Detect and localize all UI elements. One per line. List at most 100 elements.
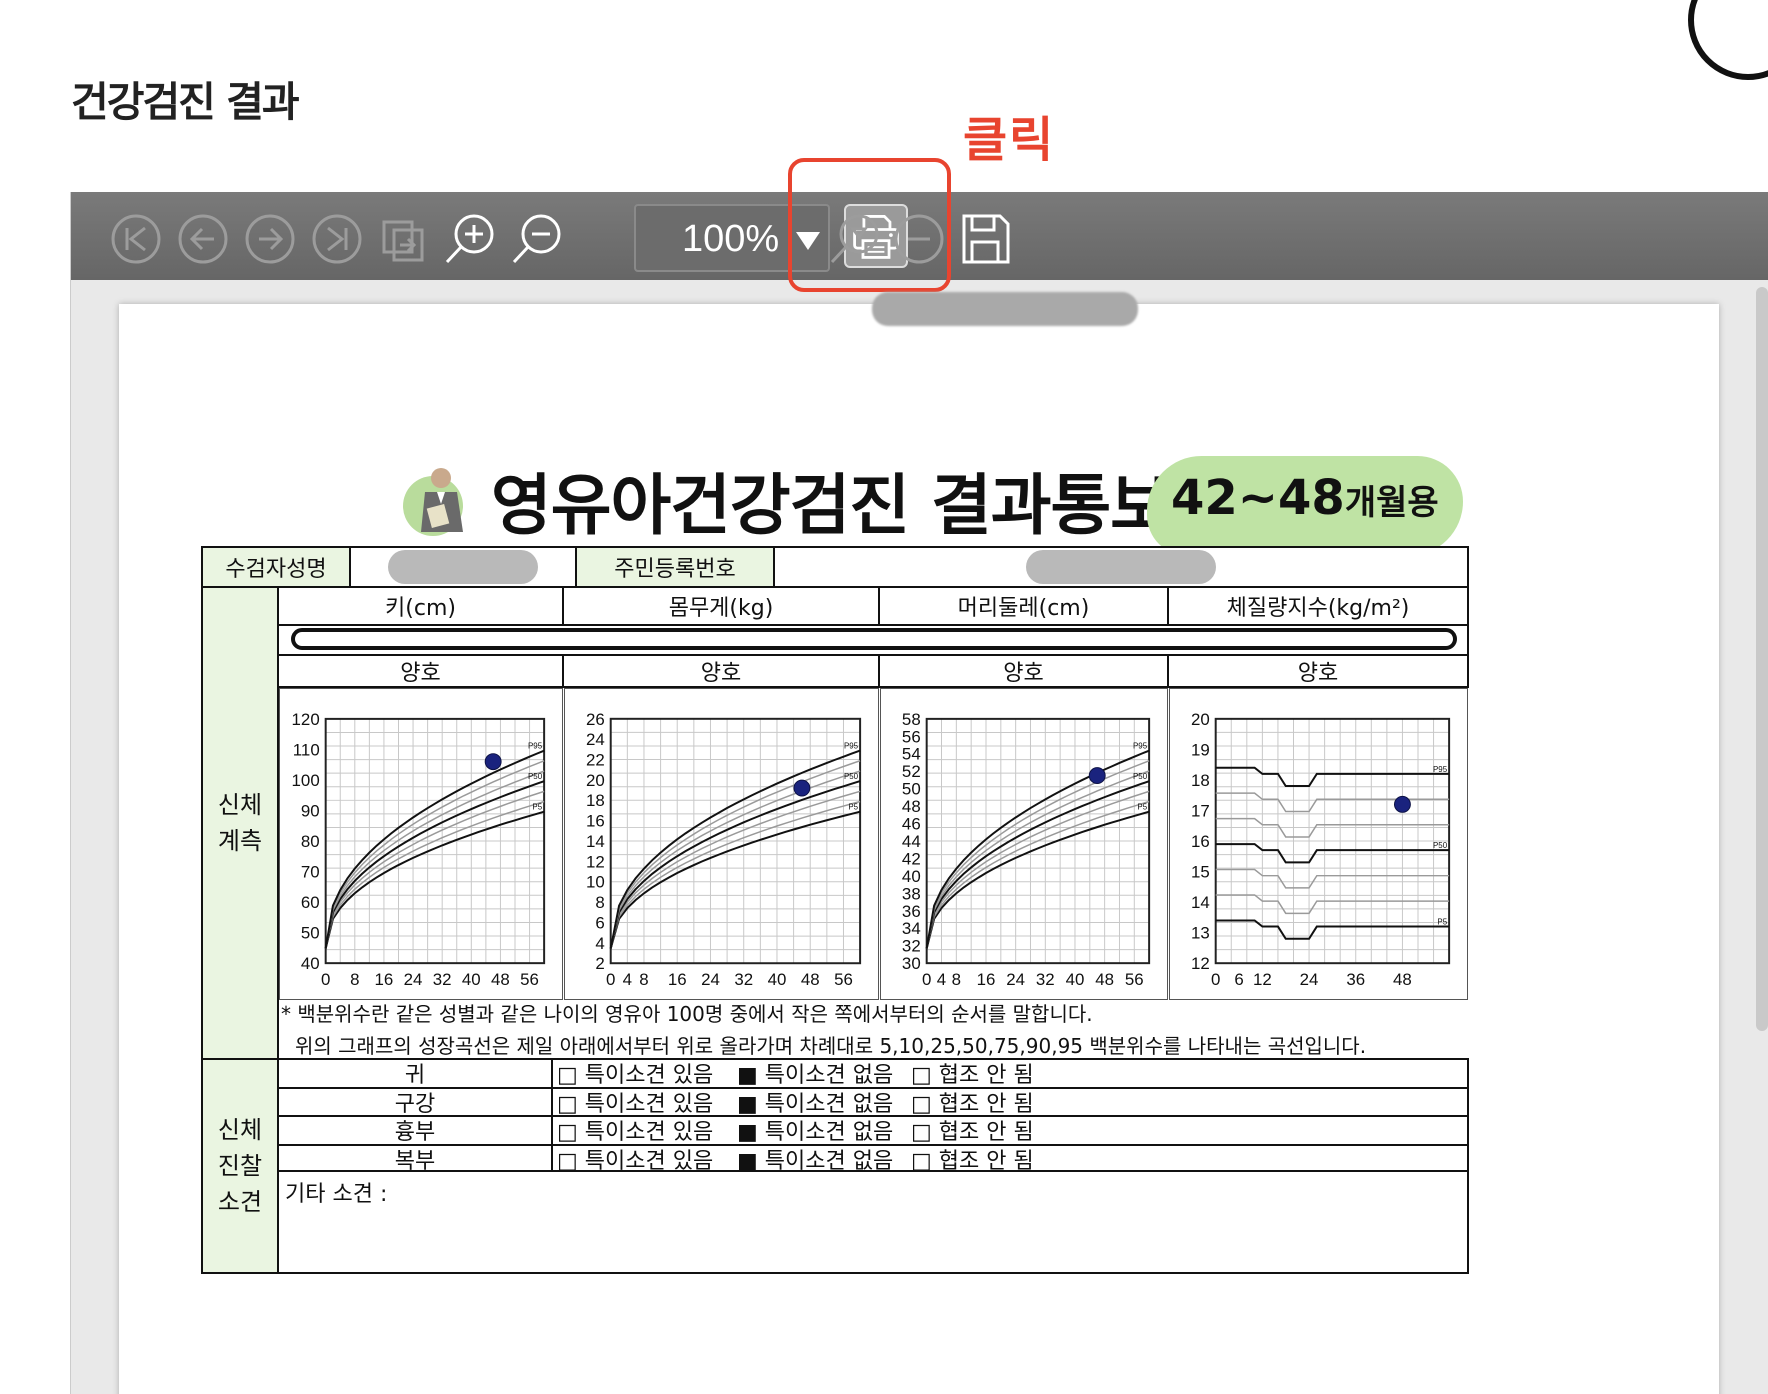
- y-tick-label: 20: [586, 771, 605, 790]
- vertical-scrollbar[interactable]: [1756, 287, 1768, 1031]
- zoom-select[interactable]: 100%: [634, 204, 830, 272]
- y-tick-label: 18: [586, 791, 605, 810]
- y-tick-label: 42: [902, 849, 921, 868]
- last-page-icon[interactable]: [308, 210, 366, 268]
- screen: 건강검진 결과 클릭 100% 영유아건강검진 결과통보서 42~48개월용 수…: [0, 0, 1768, 1394]
- result-bmi: 양호: [1167, 654, 1469, 688]
- series-label: P50: [1433, 841, 1448, 850]
- checkbox-unchecked: □ 특이소견 있음: [557, 1120, 714, 1146]
- exam-row-options: □ 특이소견 있음 ■ 특이소견 없음 □ 협조 안 됨: [551, 1115, 1469, 1146]
- x-tick-label: 24: [1006, 970, 1025, 989]
- y-tick-label: 40: [301, 954, 320, 973]
- head-chart: 30 32 34 36 38 40 42 44 46 48 50 52 54 56 58 0 4 8 16 24 32 4…: [880, 688, 1168, 1000]
- percentile-curve: [324, 800, 545, 949]
- x-tick-label: 6: [1234, 970, 1243, 989]
- x-tick-label: 0: [1211, 970, 1220, 989]
- y-tick-label: 36: [902, 902, 921, 921]
- y-tick-label: 14: [586, 832, 605, 851]
- percentile-curve: [925, 749, 1150, 949]
- percentile-curve: [925, 810, 1150, 949]
- viewer-toolbar: 100%: [71, 192, 1768, 280]
- percentile-curve: [1215, 766, 1450, 787]
- minus-icon[interactable]: [890, 210, 948, 268]
- x-tick-label: 4: [623, 970, 632, 989]
- zoom-value: 100%: [682, 218, 780, 260]
- x-tick-label: 32: [734, 970, 753, 989]
- series-label: P50: [844, 772, 859, 781]
- exam-section-label: 신체 진찰 소견: [201, 1058, 279, 1274]
- series-label: P95: [844, 742, 859, 751]
- x-tick-label: 24: [404, 970, 423, 989]
- save-icon[interactable]: [956, 210, 1014, 268]
- next-page-icon[interactable]: [241, 210, 299, 268]
- checkbox-unchecked: □ 협조 안 됨: [911, 1091, 1034, 1117]
- export-icon[interactable]: [374, 210, 432, 268]
- percentile-curve: [1215, 792, 1450, 813]
- zoom-in-icon[interactable]: [441, 210, 499, 268]
- exam-row-label: 귀: [277, 1058, 553, 1089]
- x-tick-label: 16: [668, 970, 687, 989]
- patient-name-value: [349, 546, 577, 588]
- prev-page-icon[interactable]: [174, 210, 232, 268]
- redacted-tooltip: [872, 292, 1138, 326]
- percentile-curve: [609, 770, 861, 949]
- checkbox-unchecked: □ 협조 안 됨: [911, 1063, 1034, 1089]
- y-tick-label: 13: [1191, 924, 1210, 943]
- x-tick-label: 48: [1393, 970, 1412, 989]
- x-tick-label: 24: [1300, 970, 1319, 989]
- y-tick-label: 60: [301, 893, 320, 912]
- checkbox-checked: ■ 특이소견 없음: [737, 1091, 894, 1117]
- y-tick-label: 46: [902, 815, 921, 834]
- percentile-curve: [1215, 843, 1450, 864]
- result-weight: 양호: [562, 654, 880, 688]
- x-tick-label: 4: [937, 970, 946, 989]
- redacted-rrn: [1026, 550, 1216, 584]
- first-page-icon[interactable]: [107, 210, 165, 268]
- series-label: P5: [532, 803, 542, 812]
- y-tick-label: 38: [902, 884, 921, 903]
- y-tick-label: 50: [902, 780, 921, 799]
- checkbox-unchecked: □ 협조 안 됨: [911, 1120, 1034, 1146]
- x-tick-label: 40: [462, 970, 481, 989]
- y-tick-label: 32: [902, 937, 921, 956]
- x-tick-label: 48: [801, 970, 820, 989]
- measure-label-line2: 계측: [217, 827, 263, 855]
- y-tick-label: 12: [586, 852, 605, 871]
- y-tick-label: 110: [293, 740, 320, 759]
- exam-label-line3: 소견: [217, 1188, 263, 1216]
- exam-row-label: 흉부: [277, 1115, 553, 1146]
- x-tick-label: 40: [768, 970, 787, 989]
- y-tick-label: 56: [902, 727, 921, 746]
- y-tick-label: 120: [292, 710, 320, 729]
- percentile-curve: [1215, 868, 1450, 889]
- x-tick-label: 24: [701, 970, 720, 989]
- x-tick-label: 8: [952, 970, 961, 989]
- x-tick-label: 48: [1095, 970, 1114, 989]
- y-tick-label: 80: [301, 832, 320, 851]
- percentile-curve: [609, 800, 861, 949]
- corner-decoration: [1688, 0, 1768, 80]
- zoom-out-icon[interactable]: [508, 210, 566, 268]
- measurement-point: [484, 753, 502, 771]
- checkbox-unchecked: □ 특이소견 있음: [557, 1091, 714, 1117]
- series-label: P95: [1133, 742, 1148, 751]
- y-tick-label: 50: [301, 924, 320, 943]
- find-icon[interactable]: [826, 210, 884, 268]
- note-percentile: * 백분위수란 같은 성별과 같은 나이의 영유아 100명 중에서 작은 쪽에…: [281, 1002, 1093, 1026]
- rrn-label: 주민등록번호: [575, 546, 775, 588]
- y-tick-label: 26: [586, 710, 605, 729]
- y-tick-label: 14: [1191, 893, 1210, 912]
- document-title: 영유아건강검진 결과통보서: [397, 452, 1231, 548]
- x-tick-label: 56: [1125, 970, 1144, 989]
- result-height: 양호: [277, 654, 564, 688]
- y-tick-label: 19: [1191, 740, 1210, 759]
- checkbox-checked: ■ 특이소견 없음: [737, 1063, 894, 1089]
- y-tick-label: 6: [595, 913, 604, 932]
- x-tick-label: 0: [606, 970, 615, 989]
- y-tick-label: 34: [902, 919, 921, 938]
- other-findings-label: 기타 소견 :: [285, 1182, 388, 1207]
- x-tick-label: 32: [1036, 970, 1055, 989]
- x-tick-label: 32: [433, 970, 452, 989]
- x-tick-label: 16: [375, 970, 394, 989]
- measurement-point: [1088, 767, 1106, 785]
